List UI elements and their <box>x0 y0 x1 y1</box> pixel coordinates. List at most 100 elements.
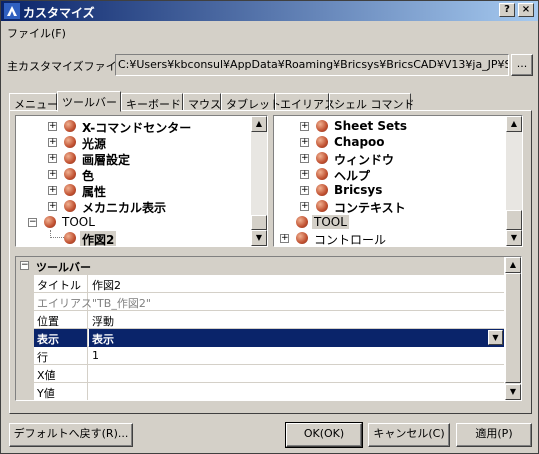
window-title: カスタマイズ <box>23 6 95 20</box>
tab-alias[interactable]: エイリアス <box>275 93 335 111</box>
customize-dialog: カスタマイズ ? × ファイル(F) 主カスタマイズファイル: C:¥Users… <box>0 0 539 454</box>
row-gutter <box>16 329 34 347</box>
right-tree-scrollbar[interactable]: ▲ ▼ <box>506 116 522 246</box>
right-toolbar-tree[interactable]: + Sheet Sets + Chapoo + ウィンドウ + ヘルプ + Br… <box>273 115 523 247</box>
dropdown-arrow-icon[interactable]: ▼ <box>488 330 503 345</box>
toolbar-icon <box>316 120 328 132</box>
toolbar-icon <box>316 136 328 148</box>
tab-toolbar[interactable]: ツールバー <box>57 91 121 112</box>
close-button[interactable]: × <box>518 3 534 17</box>
expand-icon[interactable]: + <box>48 122 57 131</box>
row-gutter <box>16 365 34 383</box>
title-bar: カスタマイズ ? × <box>1 1 538 21</box>
tab-mouse[interactable]: マウス <box>183 93 221 111</box>
display-combo[interactable]: 表示 ▼ <box>89 329 504 347</box>
cancel-button[interactable]: キャンセル(C) <box>368 423 450 447</box>
property-key: 表示 <box>34 329 88 347</box>
property-row-y[interactable]: Y値 <box>16 383 504 400</box>
expand-icon[interactable]: + <box>300 170 309 179</box>
expand-icon[interactable]: + <box>300 154 309 163</box>
display-combo-value: 表示 <box>92 333 114 346</box>
tree-item-label: コントロール <box>314 233 387 247</box>
help-button[interactable]: ? <box>499 3 515 17</box>
scroll-down-icon[interactable]: ▼ <box>506 230 522 246</box>
property-row-alias[interactable]: エイリアス "TB_作図2" <box>16 293 504 311</box>
ok-button[interactable]: OK(OK) <box>285 422 363 448</box>
menu-group-icon <box>296 232 308 244</box>
tree-item-label: 光源 <box>82 137 107 151</box>
row-gutter <box>16 383 34 400</box>
property-row-title[interactable]: タイトル 作図2 <box>16 275 504 293</box>
property-row-display[interactable]: 表示 表示 ▼ <box>16 329 504 347</box>
row-gutter <box>16 293 34 311</box>
toolbar-icon <box>64 200 76 212</box>
property-row-position[interactable]: 位置 浮動 <box>16 311 504 329</box>
property-key: タイトル <box>34 275 88 293</box>
property-key: Y値 <box>34 383 88 400</box>
scroll-down-icon[interactable]: ▼ <box>251 230 267 246</box>
tab-label: ツールバー <box>62 96 117 109</box>
collapse-icon[interactable]: − <box>20 261 29 270</box>
scroll-thumb[interactable] <box>505 273 521 383</box>
toolbar-icon <box>64 168 76 180</box>
menu-file[interactable]: ファイル(F) <box>7 25 66 41</box>
expand-icon[interactable]: + <box>300 186 309 195</box>
scroll-up-icon[interactable]: ▲ <box>505 257 521 273</box>
scroll-up-icon[interactable]: ▲ <box>251 116 267 132</box>
tree-item-label: X-コマンドセンター <box>82 121 192 135</box>
property-value[interactable]: 作図2 <box>89 275 504 293</box>
toolbar-icon <box>64 232 76 244</box>
expand-icon[interactable]: + <box>300 122 309 131</box>
tree-connector <box>50 230 64 238</box>
property-value[interactable]: 1 <box>89 347 504 365</box>
tree-item-label: Chapoo <box>334 135 385 149</box>
toolbar-icon <box>64 136 76 148</box>
tree-item-label: 属性 <box>82 185 107 199</box>
menu-bar: ファイル(F) <box>1 21 538 41</box>
reset-to-default-button[interactable]: デフォルトへ戻す(R)... <box>9 423 133 447</box>
scroll-up-icon[interactable]: ▲ <box>506 116 522 132</box>
scroll-down-icon[interactable]: ▼ <box>505 384 521 400</box>
toolbar-icon <box>316 152 328 164</box>
apply-button[interactable]: 適用(P) <box>456 423 532 447</box>
tree-item-label: Sheet Sets <box>334 119 408 133</box>
collapse-icon[interactable]: − <box>28 218 37 227</box>
left-toolbar-tree[interactable]: + X-コマンドセンター + 光源 + 画層設定 + 色 + 属性 + メカニカ… <box>15 115 268 247</box>
main-file-path-field[interactable]: C:¥Users¥kbconsul¥AppData¥Roaming¥Bricsy… <box>115 54 509 76</box>
left-tree-scrollbar[interactable]: ▲ ▼ <box>251 116 267 246</box>
tab-keyboard[interactable]: キーボード <box>121 93 183 111</box>
property-value[interactable] <box>89 365 504 383</box>
properties-scrollbar[interactable]: ▲ ▼ <box>505 257 521 400</box>
tree-item-label: TOOL <box>312 215 349 229</box>
property-row-x[interactable]: X値 <box>16 365 504 383</box>
tab-shell-command[interactable]: シェル コマンド <box>329 93 415 111</box>
expand-icon[interactable]: + <box>280 234 289 243</box>
scroll-thumb[interactable] <box>251 215 267 230</box>
property-value[interactable]: 浮動 <box>89 311 504 329</box>
property-key: 行 <box>34 347 88 365</box>
expand-icon[interactable]: + <box>48 154 57 163</box>
expand-icon[interactable]: + <box>48 138 57 147</box>
expand-icon[interactable]: + <box>48 202 57 211</box>
tree-item-label: メカニカル表示 <box>82 201 167 215</box>
property-category[interactable]: − ツールバー <box>16 257 504 275</box>
property-row-row[interactable]: 行 1 <box>16 347 504 365</box>
expand-icon[interactable]: + <box>300 202 309 211</box>
expand-icon[interactable]: + <box>48 186 57 195</box>
toolbar-properties-grid[interactable]: − ツールバー タイトル 作図2 エイリアス "TB_作図2" 位置 浮動 表示… <box>15 256 522 401</box>
scroll-thumb[interactable] <box>506 210 522 230</box>
browse-button[interactable]: ... <box>511 54 533 76</box>
property-category-label: ツールバー <box>36 261 91 274</box>
tab-menu[interactable]: メニュー <box>9 93 58 111</box>
menu-group-icon <box>44 216 56 228</box>
expand-icon[interactable]: + <box>48 170 57 179</box>
tab-tablet[interactable]: タブレット <box>221 93 281 111</box>
property-key: 位置 <box>34 311 88 329</box>
tree-item-label: 作図2 <box>80 231 117 247</box>
property-value[interactable] <box>89 383 504 400</box>
toolbar-icon <box>64 184 76 196</box>
expand-icon[interactable]: + <box>300 138 309 147</box>
tree-item-label: TOOL <box>62 215 95 229</box>
main-file-label: 主カスタマイズファイル: <box>7 60 132 73</box>
property-key: エイリアス <box>34 293 92 311</box>
